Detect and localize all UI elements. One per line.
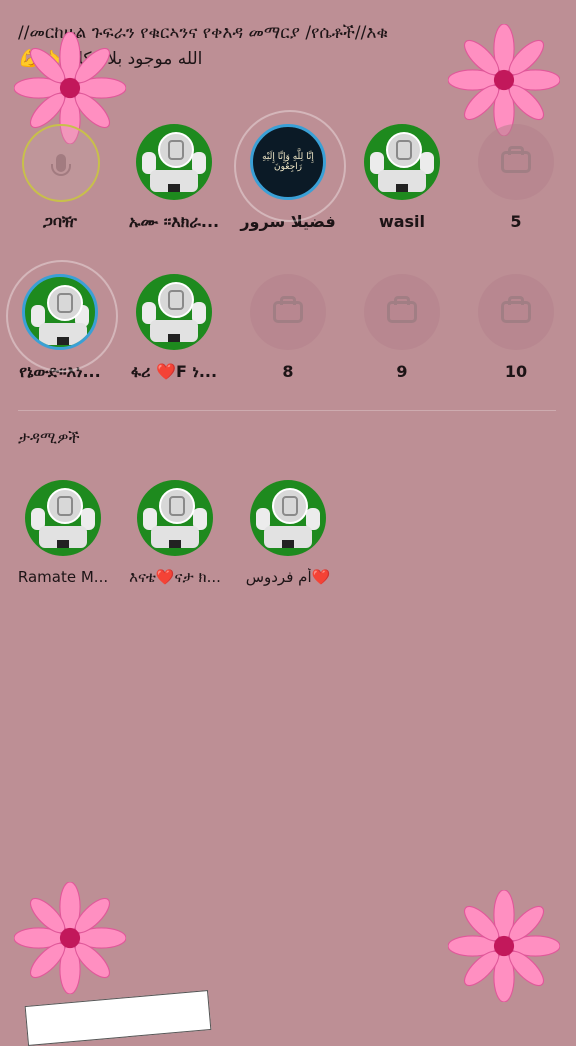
- audience-2-avatar-wrap: [135, 480, 215, 560]
- seat-4-avatar-wrap: [362, 124, 442, 204]
- seat-6[interactable]: የኔውድ፡፡እነ...: [3, 260, 118, 382]
- avatar: [364, 124, 440, 200]
- seat-8-avatar-wrap: [248, 274, 328, 354]
- avatar: [22, 274, 98, 350]
- seat-host[interactable]: ጋባዥ: [3, 122, 117, 232]
- audience-label: Ramate M...: [17, 568, 109, 586]
- avatar: [136, 274, 212, 350]
- seat-7[interactable]: ፋሪ ❤️F ነ...: [117, 272, 231, 382]
- seat-label: ጋባዥ: [42, 212, 78, 231]
- chair-icon: [273, 296, 303, 323]
- seat-10-avatar-wrap: [476, 274, 556, 354]
- seat-label: 10: [504, 362, 528, 381]
- seat-4[interactable]: wasil: [345, 122, 459, 231]
- chair-icon: [501, 146, 531, 173]
- empty-seat: [364, 274, 440, 350]
- audience-member-3[interactable]: أم فردوس❤️: [231, 478, 345, 586]
- seat-2-avatar-wrap: [134, 124, 214, 204]
- seat-5[interactable]: 5: [459, 122, 573, 231]
- audience-member-1[interactable]: Ramate M...: [6, 478, 120, 586]
- avatar: [137, 480, 213, 556]
- seat-3-avatar-wrap: إِنَّا لِلَّهِ وَإِنَّا إِلَيْهِ رَاجِعُ…: [234, 110, 346, 222]
- seat-8[interactable]: 8: [231, 272, 345, 381]
- seat-label: 5: [510, 212, 522, 231]
- audience-label: أم فردوس❤️: [245, 568, 331, 586]
- seat-9-avatar-wrap: [362, 274, 442, 354]
- seat-6-avatar-wrap: [6, 260, 118, 372]
- seat-label: ኡሙ ፡፡እክራ...: [128, 212, 220, 231]
- microphone-icon: [51, 154, 71, 176]
- seat-host-avatar: [20, 124, 100, 204]
- avatar: [25, 480, 101, 556]
- audience-member-2[interactable]: እናቴ❤️ናታ ክ...: [118, 478, 232, 586]
- section-divider: [18, 410, 556, 411]
- empty-seat: [250, 274, 326, 350]
- seat-label: 8: [282, 362, 294, 381]
- calligraphy-text: إِنَّا لِلَّهِ وَإِنَّا إِلَيْهِ رَاجِعُ…: [262, 152, 314, 172]
- flower-decoration-bottom-left: [14, 882, 126, 994]
- seat-10[interactable]: 10: [459, 272, 573, 381]
- seat-3[interactable]: إِنَّا لِلَّهِ وَإِنَّا إِلَيْهِ رَاجِعُ…: [231, 110, 346, 231]
- empty-seat: [478, 124, 554, 200]
- audience-title: ታዳሚዎች: [18, 428, 80, 447]
- empty-seat: [478, 274, 554, 350]
- seat-label: wasil: [378, 212, 426, 231]
- avatar: إِنَّا لِلَّهِ وَإِنَّا إِلَيْهِ رَاجِعُ…: [250, 124, 326, 200]
- seat-9[interactable]: 9: [345, 272, 459, 381]
- decorative-paper: [24, 990, 212, 1046]
- avatar: [136, 124, 212, 200]
- flower-decoration-bottom-right: [448, 890, 560, 1002]
- seat-label: 9: [396, 362, 408, 381]
- audience-label: እናቴ❤️ናታ ክ...: [129, 568, 221, 586]
- seat-5-avatar-wrap: [476, 124, 556, 204]
- avatar: [250, 480, 326, 556]
- audience-3-avatar-wrap: [248, 480, 328, 560]
- chair-icon: [501, 296, 531, 323]
- seat-2[interactable]: ኡሙ ፡፡እክራ...: [117, 122, 231, 232]
- audience-1-avatar-wrap: [23, 480, 103, 560]
- host-mic-circle: [22, 124, 100, 202]
- seat-label: ፋሪ ❤️F ነ...: [130, 362, 218, 381]
- seat-7-avatar-wrap: [134, 274, 214, 354]
- flower-decoration-top-right: [448, 24, 560, 136]
- chair-icon: [387, 296, 417, 323]
